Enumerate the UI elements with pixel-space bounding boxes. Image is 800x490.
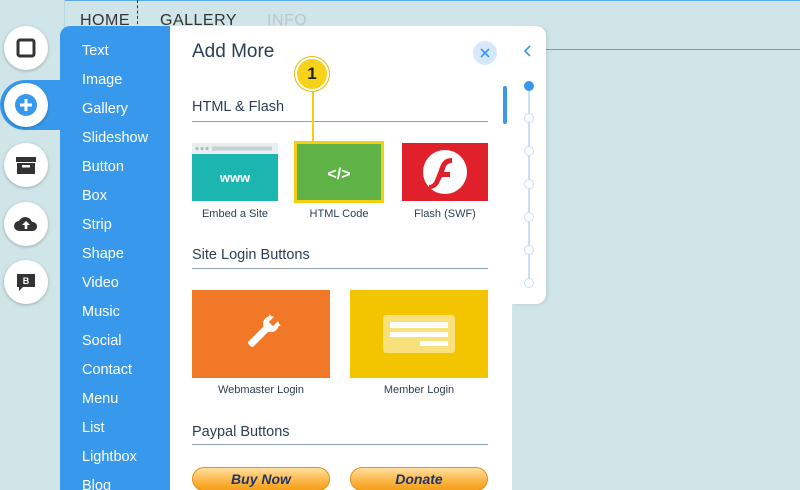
paypal-buy-now-button[interactable]: Buy Now [192,467,330,490]
category-item-menu[interactable]: Menu [60,385,170,414]
member-login-label: Member Login [383,384,455,396]
navigator-dot[interactable] [524,146,534,156]
callout-badge: 1 [295,57,329,91]
html-code-graphic-text: </> [327,166,350,183]
category-item-blog[interactable]: Blog [60,472,170,490]
navigator-dot[interactable] [524,113,534,123]
paypal-donate-button[interactable]: Donate [350,467,488,490]
panel-scrollbar[interactable] [503,86,507,124]
webmaster-login-label: Webmaster Login [217,384,304,396]
svg-text:B: B [23,276,30,286]
member-login-tile[interactable] [350,290,488,378]
category-item-music[interactable]: Music [60,298,170,327]
category-item-text[interactable]: Text [60,37,170,66]
category-item-social[interactable]: Social [60,327,170,356]
panel-title: Add More [192,41,275,62]
panel-header: Add More [170,26,512,82]
background-button[interactable] [4,26,48,70]
category-item-box[interactable]: Box [60,182,170,211]
close-icon [480,48,490,58]
category-item-contact[interactable]: Contact [60,356,170,385]
flash-icon [423,150,467,194]
canvas-guide-top [64,0,800,1]
wrench-icon [248,314,281,347]
html-code-label: HTML Code [309,208,369,220]
section-divider [192,121,488,122]
html-code-graphic: </> [327,166,350,183]
navigator-dot[interactable] [524,212,534,222]
html-code-tile[interactable]: </> [294,141,384,203]
flash-swf-label: Flash (SWF) [414,208,476,220]
add-button[interactable] [4,83,48,127]
section-divider [192,268,488,269]
background-icon [16,38,36,58]
category-item-lightbox[interactable]: Lightbox [60,443,170,472]
left-toolbar: B [0,0,64,490]
upload-button[interactable] [4,202,48,246]
navigator-dot[interactable] [524,278,534,288]
store-button[interactable] [4,143,48,187]
section-title-site-login: Site Login Buttons [192,247,310,263]
embed-site-tile[interactable]: www [192,143,278,201]
store-icon [16,157,36,174]
embed-site-label: Embed a Site [201,208,269,220]
navigator-dot[interactable] [524,245,534,255]
member-card-icon [383,315,455,353]
add-more-panel: Add More HTML & Flash www Embed a Site <… [170,26,512,490]
category-item-list[interactable]: List [60,414,170,443]
section-divider [192,444,488,445]
navigator-dot[interactable] [524,81,534,91]
webmaster-login-tile[interactable] [192,290,330,378]
add-icon [15,94,37,116]
category-item-image[interactable]: Image [60,66,170,95]
flash-swf-tile[interactable] [402,143,488,201]
category-item-button[interactable]: Button [60,153,170,182]
category-item-video[interactable]: Video [60,269,170,298]
navigator-dot[interactable] [524,179,534,189]
chevron-left-icon[interactable] [522,44,534,58]
callout-pointer [312,92,314,144]
section-navigator [512,26,546,304]
category-item-shape[interactable]: Shape [60,240,170,269]
embed-site-graphic: www [192,143,278,201]
category-list: Text Image Gallery Slideshow Button Box Strip S… [60,26,170,490]
upload-icon [14,217,38,231]
section-title-html-flash: HTML & Flash [192,99,285,115]
category-item-gallery[interactable]: Gallery [60,95,170,124]
blog-icon: B [17,274,35,291]
close-button[interactable] [473,41,497,65]
category-item-strip[interactable]: Strip [60,211,170,240]
add-categories-panel: Text Image Gallery Slideshow Button Box Strip S… [60,26,170,490]
section-title-paypal: Paypal Buttons [192,424,290,440]
blog-button[interactable]: B [4,260,48,304]
category-item-slideshow[interactable]: Slideshow [60,124,170,153]
canvas-guide-right [546,49,800,50]
embed-site-graphic-text: www [219,170,251,185]
